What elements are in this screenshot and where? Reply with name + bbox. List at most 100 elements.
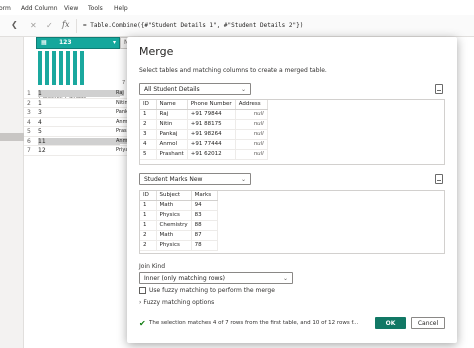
table-icon[interactable]: ▦ — [41, 39, 47, 46]
x-icon[interactable]: ✕ — [30, 21, 37, 30]
cell-id[interactable]: 1 — [38, 90, 120, 97]
ok-button[interactable]: OK — [375, 317, 406, 329]
file-icon[interactable] — [435, 84, 443, 94]
table-row[interactable]: 2 Nitin +91 88175 null — [140, 119, 268, 130]
cell-name[interactable]: Pras — [116, 128, 127, 134]
table-row[interactable]: 2 Physics 78 — [140, 240, 218, 251]
col-header[interactable]: Phone Number — [187, 100, 236, 110]
col-header[interactable]: Subject — [156, 191, 192, 201]
ribbon-tab-view[interactable]: View — [64, 5, 78, 12]
cell-id[interactable]: 11 — [38, 137, 120, 145]
dialog-subtitle: Select tables and matching columns to cr… — [139, 67, 327, 74]
fuzzy-matching-checkbox[interactable] — [139, 287, 146, 294]
ribbon-tab-add-column[interactable]: Add Column — [21, 5, 58, 12]
cell-id[interactable]: 1 — [38, 100, 120, 107]
check-icon[interactable]: ✓ — [46, 21, 53, 30]
col-header[interactable]: Marks — [191, 191, 218, 201]
value-distribution: 7 distinct, 7 unique — [38, 51, 118, 100]
column-header-id[interactable]: ▦ 123 ▾ — [36, 37, 120, 49]
cell: Prashant — [156, 149, 188, 160]
file-icon[interactable] — [435, 174, 443, 184]
distribution-bar — [80, 51, 84, 85]
cell: 4 — [140, 139, 157, 150]
table-header-row: ID Name Phone Number Address — [140, 100, 268, 110]
ribbon-tab-help[interactable]: Help — [114, 5, 128, 12]
col-header[interactable]: ID — [140, 100, 157, 110]
table-row[interactable]: 4 Anmol +91 77444 null — [140, 139, 268, 150]
table2-select-value: Student Marks New — [144, 176, 203, 183]
distribution-bar — [59, 51, 63, 85]
table-row[interactable]: 1 Physics 83 — [140, 210, 218, 221]
cell-name[interactable]: Raj — [116, 90, 124, 96]
fuzzy-options-toggle[interactable]: › Fuzzy matching options — [139, 299, 214, 306]
cell: 3 — [140, 129, 157, 140]
cell: 2 — [140, 230, 157, 241]
row-number: 4 — [27, 118, 31, 126]
cell: Pankaj — [156, 129, 188, 140]
table-row[interactable]: 1 Math 94 — [140, 200, 218, 211]
join-kind-label: Join Kind — [139, 263, 166, 270]
queries-rail[interactable] — [0, 37, 24, 348]
ribbon-tab-tools[interactable]: Tools — [88, 5, 103, 12]
cell: Anmol — [156, 139, 188, 150]
row-number: 2 — [27, 99, 31, 107]
cell-id[interactable]: 5 — [38, 128, 120, 135]
table1-select-value: All Student Details — [144, 86, 200, 93]
match-status: The selection matches 4 of 7 rows from t… — [149, 320, 359, 326]
col-header[interactable]: Address — [235, 100, 268, 110]
table1-select[interactable]: All Student Details ⌄ — [139, 83, 251, 95]
chevron-down-icon: ⌄ — [240, 86, 246, 93]
cell: Nitin — [156, 119, 188, 130]
formula-bar: ❮ ✕ ✓ fx = Table.Combine({#"Student Deta… — [0, 15, 474, 37]
table-row[interactable]: 1 Chemistry 88 — [140, 220, 218, 231]
cell: null — [235, 139, 268, 150]
table2-select[interactable]: Student Marks New ⌄ — [139, 173, 251, 185]
cell: Chemistry — [156, 220, 192, 231]
cell: Physics — [156, 210, 192, 221]
ribbon-tab-transform[interactable]: orm — [0, 5, 11, 12]
cell-id[interactable]: 4 — [38, 119, 120, 126]
cell: 1 — [140, 220, 157, 231]
cell: +91 98264 — [187, 129, 236, 140]
cancel-button[interactable]: Cancel — [411, 317, 445, 329]
row-number: 1 — [27, 90, 31, 97]
check-icon: ✔ — [139, 319, 146, 328]
table-row[interactable]: 3 Pankaj +91 98264 null — [140, 129, 268, 140]
distribution-bar — [45, 51, 49, 85]
rail-selected-item[interactable] — [0, 133, 24, 141]
distribution-bar — [66, 51, 70, 85]
cell-name[interactable]: Anm — [116, 137, 128, 144]
cell: 88 — [191, 220, 218, 231]
col-header[interactable]: ID — [140, 191, 157, 201]
cell-id[interactable]: 12 — [38, 147, 120, 154]
fuzzy-options-label: Fuzzy matching options — [143, 299, 215, 306]
table-row[interactable]: 2 Math 87 — [140, 230, 218, 241]
join-kind-select[interactable]: Inner (only matching rows) ⌄ — [139, 272, 293, 284]
chevron-down-icon[interactable]: ▾ — [113, 39, 116, 46]
cell-id[interactable]: 3 — [38, 109, 120, 116]
cell-name[interactable]: Anm — [116, 119, 127, 125]
distribution-bar — [73, 51, 77, 85]
formula-input[interactable]: = Table.Combine({#"Student Details 1", #… — [76, 19, 474, 33]
cell-name[interactable]: Nitin — [116, 100, 128, 106]
cell: 94 — [191, 200, 218, 211]
table1-grid: ID Name Phone Number Address 1 Raj +91 7… — [140, 100, 268, 160]
column-type-label: 123 — [59, 39, 72, 46]
table-row[interactable]: 5 Prashant +91 62012 null — [140, 149, 268, 160]
chevron-down-icon: ⌄ — [282, 275, 288, 282]
col-header[interactable]: Name — [156, 100, 188, 110]
merge-dialog: Merge Select tables and matching columns… — [127, 37, 457, 343]
table-row[interactable]: 1 Raj +91 79844 null — [140, 109, 268, 120]
chevron-down-icon: ⌄ — [240, 176, 246, 183]
table-header-row: ID Subject Marks — [140, 191, 218, 201]
chevron-left-icon[interactable]: ❮ — [11, 20, 18, 29]
cell: Physics — [156, 240, 192, 251]
cell: Raj — [156, 109, 188, 120]
cell: +91 62012 — [187, 149, 236, 160]
fx-icon: fx — [62, 20, 70, 29]
cell: null — [235, 129, 268, 140]
cell: 2 — [140, 240, 157, 251]
cell: Math — [156, 200, 192, 211]
table1-preview: ID Name Phone Number Address 1 Raj +91 7… — [139, 99, 445, 165]
cell: 1 — [140, 109, 157, 120]
